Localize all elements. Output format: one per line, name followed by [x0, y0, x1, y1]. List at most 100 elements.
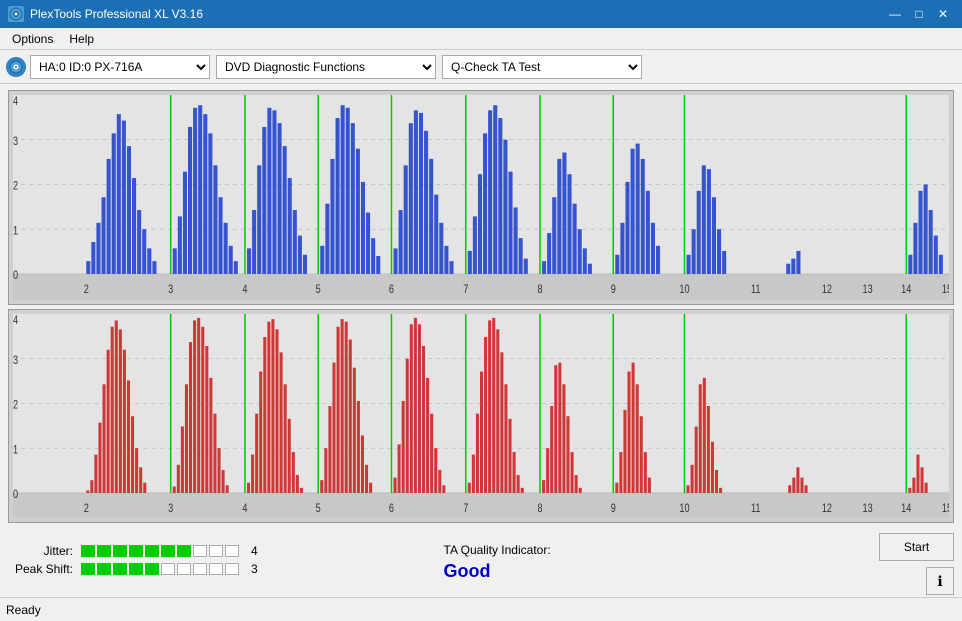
svg-text:9: 9 [611, 503, 616, 515]
drive-icon [6, 57, 26, 77]
jitter-seg-2 [97, 545, 111, 557]
svg-text:8: 8 [537, 503, 542, 515]
jitter-seg-8 [193, 545, 207, 557]
svg-text:12: 12 [822, 284, 832, 296]
svg-text:4: 4 [242, 284, 247, 296]
svg-text:0: 0 [13, 489, 18, 501]
jitter-seg-4 [129, 545, 143, 557]
ta-quality-label: TA Quality Indicator: [444, 543, 860, 557]
svg-text:9: 9 [611, 284, 616, 296]
jitter-seg-9 [209, 545, 223, 557]
right-buttons: Start ℹ [879, 529, 954, 595]
function-dropdown[interactable]: DVD Diagnostic Functions [216, 55, 436, 79]
svg-text:5: 5 [316, 284, 321, 296]
drive-selector: HA:0 ID:0 PX-716A [6, 55, 210, 79]
svg-text:14: 14 [901, 503, 911, 515]
jitter-seg-5 [145, 545, 159, 557]
jitter-progress [81, 545, 239, 557]
status-text: Ready [6, 603, 41, 617]
close-button[interactable]: ✕ [932, 5, 954, 23]
svg-text:2: 2 [13, 181, 18, 193]
title-controls: — □ ✕ [884, 5, 954, 23]
minimize-button[interactable]: — [884, 5, 906, 23]
svg-text:13: 13 [863, 284, 873, 296]
svg-text:7: 7 [463, 284, 468, 296]
jitter-value: 4 [251, 544, 258, 558]
ps-seg-9 [209, 563, 223, 575]
main-content: 0 1 2 3 4 [0, 84, 962, 527]
menu-bar: Options Help [0, 28, 962, 50]
svg-text:15: 15 [942, 284, 949, 296]
svg-text:11: 11 [751, 503, 761, 515]
svg-text:8: 8 [537, 284, 542, 296]
svg-text:11: 11 [751, 284, 761, 296]
svg-text:6: 6 [389, 503, 394, 515]
status-bar: Ready [0, 597, 962, 621]
jitter-row: Jitter: 4 [8, 544, 424, 558]
ps-seg-8 [193, 563, 207, 575]
ps-seg-7 [177, 563, 191, 575]
jitter-seg-7 [177, 545, 191, 557]
svg-text:10: 10 [679, 284, 689, 296]
jitter-label: Jitter: [8, 544, 73, 558]
svg-text:13: 13 [863, 503, 873, 515]
svg-text:0: 0 [13, 270, 18, 282]
drive-dropdown[interactable]: HA:0 ID:0 PX-716A [30, 55, 210, 79]
svg-text:2: 2 [84, 284, 89, 296]
menu-help[interactable]: Help [61, 30, 102, 48]
svg-text:2: 2 [13, 399, 18, 411]
ta-quality-value: Good [444, 561, 860, 582]
svg-text:1: 1 [13, 444, 18, 456]
title-bar: PlexTools Professional XL V3.16 — □ ✕ [0, 0, 962, 28]
bottom-controls: Jitter: 4 Peak Shift: [0, 527, 962, 597]
toolbar: HA:0 ID:0 PX-716A DVD Diagnostic Functio… [0, 50, 962, 84]
bottom-chart-container: 0 1 2 3 4 [8, 309, 954, 524]
svg-text:10: 10 [679, 503, 689, 515]
menu-options[interactable]: Options [4, 30, 61, 48]
jitter-seg-1 [81, 545, 95, 557]
svg-text:3: 3 [13, 136, 18, 148]
svg-text:12: 12 [822, 503, 832, 515]
top-chart-svg: 0 1 2 3 4 [13, 95, 949, 300]
top-chart-container: 0 1 2 3 4 [8, 90, 954, 305]
app-icon [8, 6, 24, 22]
metrics-panel: Jitter: 4 Peak Shift: [8, 544, 424, 580]
ps-seg-1 [81, 563, 95, 575]
start-button[interactable]: Start [879, 533, 954, 561]
peakshift-row: Peak Shift: 3 [8, 562, 424, 576]
top-chart-inner: 0 1 2 3 4 [13, 95, 949, 300]
svg-text:6: 6 [389, 284, 394, 296]
ps-seg-5 [145, 563, 159, 575]
title-bar-left: PlexTools Professional XL V3.16 [8, 6, 203, 22]
bottom-chart-inner: 0 1 2 3 4 [13, 314, 949, 519]
svg-text:2: 2 [84, 503, 89, 515]
svg-text:15: 15 [942, 503, 949, 515]
ps-seg-10 [225, 563, 239, 575]
info-button[interactable]: ℹ [926, 567, 954, 595]
jitter-seg-3 [113, 545, 127, 557]
svg-text:3: 3 [168, 503, 173, 515]
svg-text:4: 4 [242, 503, 247, 515]
svg-text:4: 4 [13, 96, 18, 108]
svg-text:4: 4 [13, 315, 18, 327]
peakshift-value: 3 [251, 562, 258, 576]
svg-text:1: 1 [13, 225, 18, 237]
jitter-seg-10 [225, 545, 239, 557]
peakshift-label: Peak Shift: [8, 562, 73, 576]
ps-seg-3 [113, 563, 127, 575]
title-text: PlexTools Professional XL V3.16 [30, 7, 203, 21]
test-dropdown[interactable]: Q-Check TA Test [442, 55, 642, 79]
ps-seg-6 [161, 563, 175, 575]
svg-text:3: 3 [168, 284, 173, 296]
maximize-button[interactable]: □ [908, 5, 930, 23]
bottom-chart-svg: 0 1 2 3 4 [13, 314, 949, 519]
peakshift-progress [81, 563, 239, 575]
ps-seg-2 [97, 563, 111, 575]
jitter-seg-6 [161, 545, 175, 557]
svg-text:14: 14 [901, 284, 911, 296]
svg-text:7: 7 [463, 503, 468, 515]
ps-seg-4 [129, 563, 143, 575]
ta-panel: TA Quality Indicator: Good [444, 543, 860, 582]
svg-text:3: 3 [13, 354, 18, 366]
svg-text:5: 5 [316, 503, 321, 515]
